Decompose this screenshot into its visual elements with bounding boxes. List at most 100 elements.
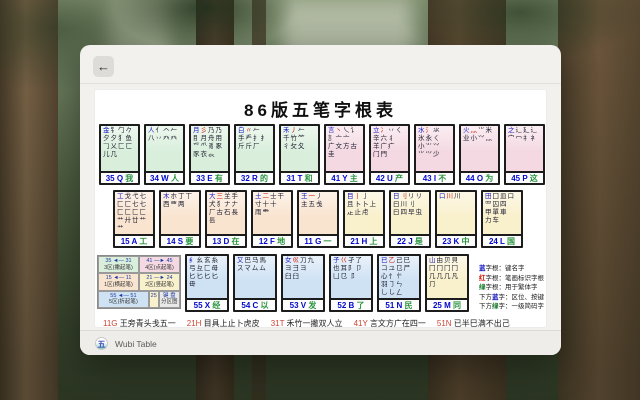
root-lines: 王一丿主五戋 bbox=[299, 192, 337, 234]
key-label: 52 B 了 bbox=[331, 298, 371, 310]
key-cell-a: 工戈弋七匚匸七七匚匚匚匚艹廾廿艹艹15 A 工 bbox=[113, 190, 155, 248]
root-lines: 土二士干寸十十雨⻗ bbox=[253, 192, 291, 234]
key-cell-w: 人亻𠆢𠂉八丷癶癶34 W 人 bbox=[144, 124, 185, 185]
key-cell-l: 田囗皿口罒囚四甲單車力车24 L 国 bbox=[481, 190, 523, 248]
key-label: 35 Q 我 bbox=[101, 171, 138, 183]
key-label: 42 U 产 bbox=[371, 171, 408, 183]
key-cell-s: 木朩丁丅西覀两14 S 要 bbox=[159, 190, 201, 248]
root-lines: 纟幺玄糸弓彑匚母匕匕匕匕毌 bbox=[187, 256, 227, 298]
key-cell-p: 之辶廴⻌宀冖礻衤45 P 这 bbox=[504, 124, 545, 185]
window-titlebar: ← bbox=[80, 45, 561, 84]
key-cell-k: 口川川23 K 中 bbox=[435, 190, 477, 248]
key-cell-e: 月彡乃乃⺝月舟用爫⺥豸豖豕衣𧘇33 E 有 bbox=[189, 124, 230, 185]
key-cell-x: 纟幺玄糸弓彑匚母匕匕匕匕毌55 X 经 bbox=[185, 254, 229, 312]
root-lines: 山由贝貝冂冂冂冂几几几凡⺆ bbox=[427, 256, 467, 298]
key-label: 31 T 和 bbox=[281, 171, 318, 183]
key-label: 22 J 是 bbox=[391, 234, 429, 246]
legend-line: 绿字根：用于繁体字 bbox=[479, 283, 545, 293]
key-cell-j: 日刂リリ曰川刂曰四早虫22 J 是 bbox=[389, 190, 431, 248]
zone-diagram-cell: 21 —► 242区(竖起笔) bbox=[139, 273, 180, 290]
root-lines: 金钅勹𠂊夕夕犭鱼𠃌乂匚匸儿几 bbox=[101, 126, 138, 171]
key-cell-c: 又巴马馬スマムム54 C 以 bbox=[233, 254, 277, 312]
key-cell-r: 白〃𠂉手龵扌扌斤斤厂32 R 的 bbox=[234, 124, 275, 185]
root-lines: 立冫丷ㄑ辛六丬羊广疒门門 bbox=[371, 126, 408, 171]
key-label: 21 H 上 bbox=[345, 234, 383, 246]
root-lines: 火灬⺌米业小⺍灬 bbox=[461, 126, 498, 171]
key-cell-b: 子巜孑了也耳阝卩凵㔾⻏52 B 了 bbox=[329, 254, 373, 312]
key-label: 33 E 有 bbox=[191, 171, 228, 183]
key-cell-u: 立冫丷ㄑ辛六丬羊广疒门門42 U 产 bbox=[369, 124, 410, 185]
key-label: 34 W 人 bbox=[146, 171, 183, 183]
root-lines: 言丶乀讠訁亠亠广文方古圭 bbox=[326, 126, 363, 171]
key-label: 13 D 在 bbox=[207, 234, 245, 246]
root-lines: 又巴马馬スマムム bbox=[235, 256, 275, 298]
key-label: 23 K 中 bbox=[437, 234, 475, 246]
key-cell-m: 山由贝貝冂冂冂冂几几几凡⺆25 M 同 bbox=[425, 254, 469, 312]
key-label: 54 C 以 bbox=[235, 298, 275, 310]
legend-line: 蓝字根：键名字 bbox=[479, 264, 545, 274]
legend-line: 下方绿字：一级简码字 bbox=[479, 302, 545, 312]
root-lines: 口川川 bbox=[437, 192, 475, 234]
key-cell-y: 言丶乀讠訁亠亠广文方古圭41 Y 主 bbox=[324, 124, 365, 185]
key-cell-h: 目丨亅且卜卜上龰止虍21 H 上 bbox=[343, 190, 385, 248]
zone-diagram-cell: 41 —► 454区(点起笔) bbox=[139, 256, 180, 273]
root-lines: 工戈弋七匚匸七七匚匚匚匚艹廾廿艹艹 bbox=[115, 192, 153, 234]
back-button[interactable]: ← bbox=[93, 56, 114, 77]
zone-diagram-cell: 25 bbox=[149, 291, 159, 308]
zone-diagram-cell: 键 盘分区图 bbox=[159, 291, 180, 308]
key-cell-n: 已乙己巳コユ㔾尸心忄㣺羽㇆ㄣ乚しㄥ51 N 民 bbox=[377, 254, 421, 312]
root-lines: 禾丿𠂉千竹⺮彳攵夂 bbox=[281, 126, 318, 171]
window-footer: 五 Wubi Table bbox=[80, 330, 561, 355]
root-lines: 之辶廴⻌宀冖礻衤 bbox=[506, 126, 543, 171]
root-lines: 月彡乃乃⺝月舟用爫⺥豸豖豕衣𧘇 bbox=[191, 126, 228, 171]
key-label: 12 F 地 bbox=[253, 234, 291, 246]
root-lines: 大三𦍌手犬犭ナ𠂇厂古石長镸 bbox=[207, 192, 245, 234]
key-label: 43 I 不 bbox=[416, 171, 453, 183]
zone-diagram-cell: 15 ◄— 111区(横起笔) bbox=[98, 273, 139, 290]
root-lines: 木朩丁丅西覀两 bbox=[161, 192, 199, 234]
key-label: 11 G 一 bbox=[299, 234, 337, 246]
key-label: 14 S 要 bbox=[161, 234, 199, 246]
key-cell-o: 火灬⺌米业小⺍灬44 O 为 bbox=[459, 124, 500, 185]
key-label: 25 M 同 bbox=[427, 298, 467, 310]
root-lines: 目丨亅且卜卜上龰止虍 bbox=[345, 192, 383, 234]
key-cell-t: 禾丿𠂉千竹⺮彳攵夂31 T 和 bbox=[279, 124, 320, 185]
root-lines: 人亻𠆢𠂉八丷癶癶 bbox=[146, 126, 183, 171]
key-label: 32 R 的 bbox=[236, 171, 273, 183]
key-cell-f: 土二士干寸十十雨⻗12 F 地 bbox=[251, 190, 293, 248]
key-label: 45 P 这 bbox=[506, 171, 543, 183]
key-cell-i: 水氵氺氷永ㄑ小⺌⺍⺌⺍少43 I 不 bbox=[414, 124, 455, 185]
root-lines: 日刂リリ曰川刂曰四早虫 bbox=[391, 192, 429, 234]
chart-title: 86版五笔字根表 bbox=[95, 96, 546, 121]
key-label: 55 X 经 bbox=[187, 298, 227, 310]
root-lines: 已乙己巳コユ㔾尸心忄㣺羽㇆ㄣ乚しㄥ bbox=[379, 256, 419, 298]
key-row-bottom: 纟幺玄糸弓彑匚母匕匕匕匕毌55 X 经又巴马馬スマムム54 C 以女巛刀九ヨ彐ヨ… bbox=[185, 254, 469, 312]
key-label: 44 O 为 bbox=[461, 171, 498, 183]
key-label: 41 Y 主 bbox=[326, 171, 363, 183]
key-cell-q: 金钅勹𠂊夕夕犭鱼𠃌乂匚匸儿几35 Q 我 bbox=[99, 124, 140, 185]
key-label: 15 A 工 bbox=[115, 234, 153, 246]
wubi-app-icon: 五 bbox=[95, 337, 108, 350]
key-label: 51 N 民 bbox=[379, 298, 419, 310]
footer-app-title: Wubi Table bbox=[115, 339, 157, 349]
mnemonic-line-clipped: 11G 王旁青头戋五一21H 目具上止卜虎皮31T 禾竹一撇双人立41Y 言文方… bbox=[103, 318, 543, 327]
root-lines: 田囗皿口罒囚四甲單車力车 bbox=[483, 192, 521, 234]
wubi-chart-card: 86版五笔字根表 金钅勹𠂊夕夕犭鱼𠃌乂匚匸儿几35 Q 我人亻𠆢𠂉八丷癶癶34 … bbox=[95, 90, 546, 327]
root-lines: 白〃𠂉手龵扌扌斤斤厂 bbox=[236, 126, 273, 171]
keyboard-zone-diagram: 35 ◄— 313区(撇起笔)41 —► 454区(点起笔)15 ◄— 111区… bbox=[97, 255, 181, 309]
key-cell-v: 女巛刀九ヨ彐ヨ臼𦥑53 V 发 bbox=[281, 254, 325, 312]
key-label: 24 L 国 bbox=[483, 234, 521, 246]
key-cell-g: 王一丿主五戋11 G 一 bbox=[297, 190, 339, 248]
legend-line: 红字根：笔画标识字根 bbox=[479, 274, 545, 284]
key-row-top: 金钅勹𠂊夕夕犭鱼𠃌乂匚匸儿几35 Q 我人亻𠆢𠂉八丷癶癶34 W 人月彡乃乃⺝月… bbox=[99, 124, 545, 185]
zone-diagram-cell: 35 ◄— 313区(撇起笔) bbox=[98, 256, 139, 273]
root-lines: 女巛刀九ヨ彐ヨ臼𦥑 bbox=[283, 256, 323, 298]
root-lines: 子巜孑了也耳阝卩凵㔾⻏ bbox=[331, 256, 371, 298]
key-label: 53 V 发 bbox=[283, 298, 323, 310]
zone-diagram-cell: 55 ◄— 515区(折起笔) bbox=[98, 291, 149, 308]
legend-line: 下方蓝字：区位、按键 bbox=[479, 293, 545, 303]
key-cell-d: 大三𦍌手犬犭ナ𠂇厂古石長镸13 D 在 bbox=[205, 190, 247, 248]
wubi-app-window: ← 86版五笔字根表 金钅勹𠂊夕夕犭鱼𠃌乂匚匸儿几35 Q 我人亻𠆢𠂉八丷癶癶3… bbox=[80, 45, 561, 355]
key-row-middle: 工戈弋七匚匸七七匚匚匚匚艹廾廿艹艹15 A 工木朩丁丅西覀两14 S 要大三𦍌手… bbox=[113, 190, 523, 248]
color-legend: 蓝字根：键名字红字根：笔画标识字根绿字根：用于繁体字下方蓝字：区位、按键下方绿字… bbox=[479, 264, 545, 312]
